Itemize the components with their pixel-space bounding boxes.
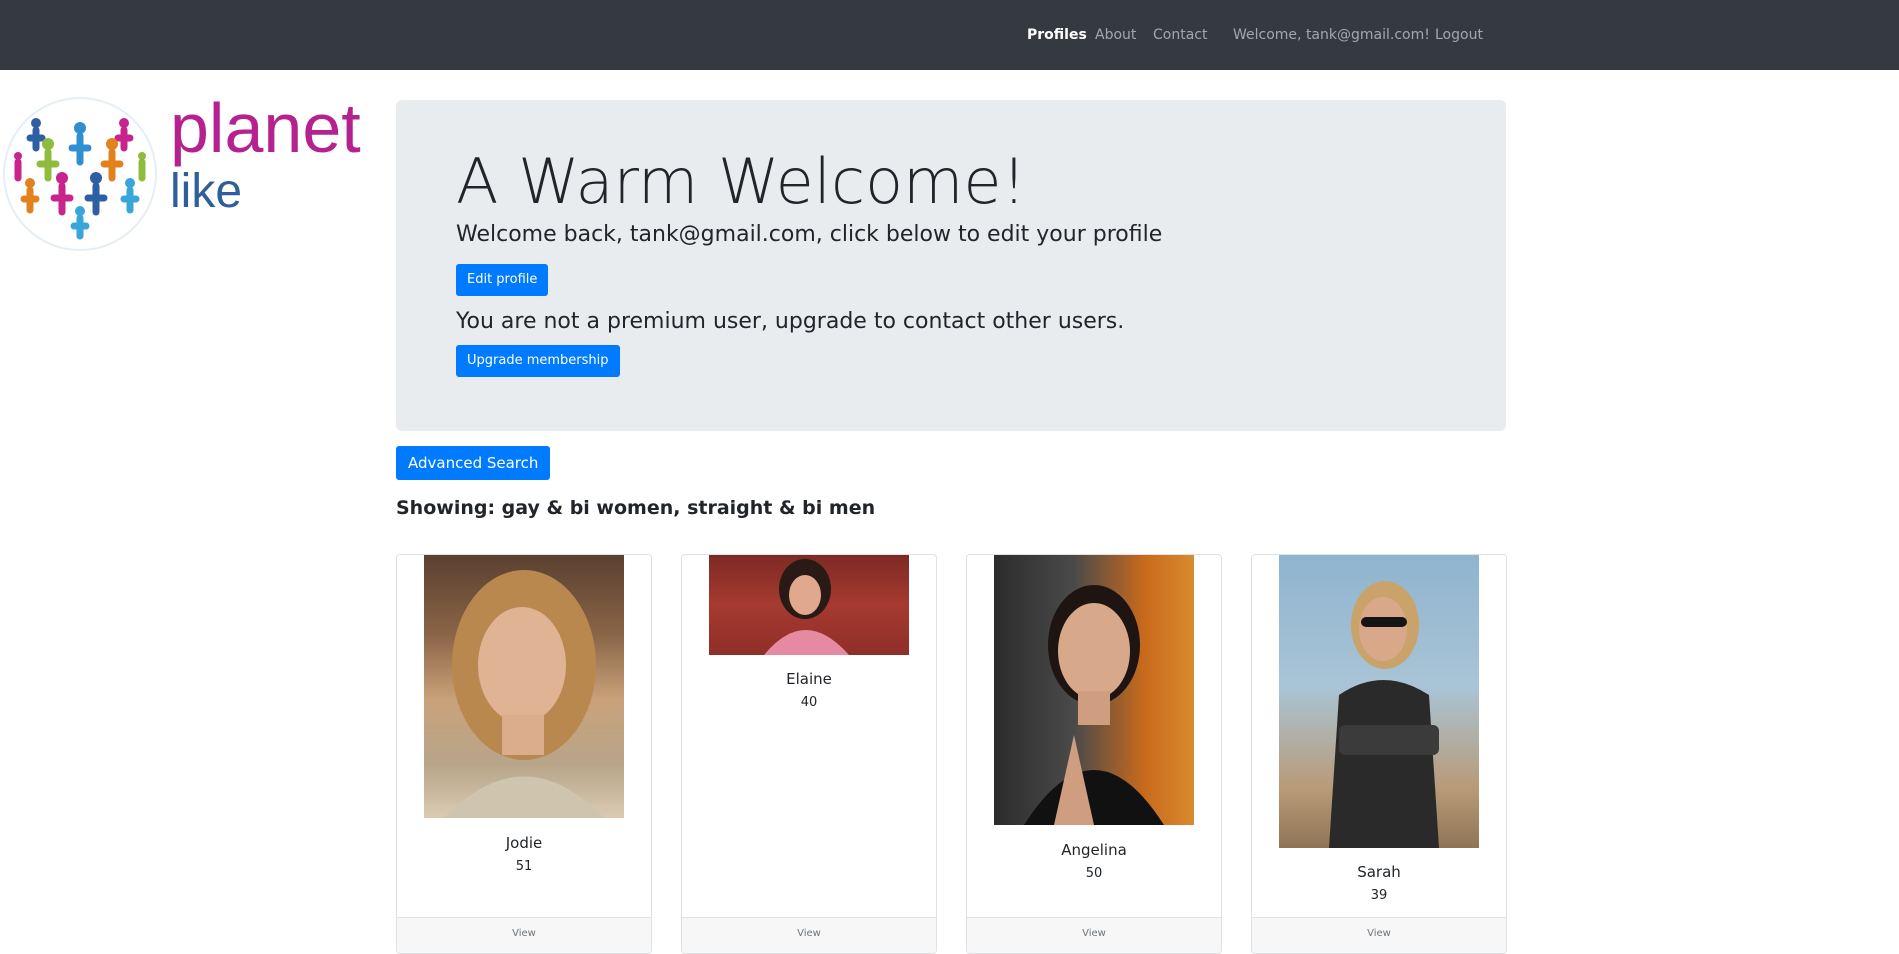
nav-link-about[interactable]: About [1095,26,1136,44]
profile-photo [1279,555,1479,848]
profile-age: 39 [1370,888,1388,903]
nav-link-profiles[interactable]: Profiles [1027,26,1087,44]
showing-filter-text: Showing: gay & bi women, straight & bi m… [396,497,876,519]
view-profile-link[interactable]: View [1252,928,1506,939]
nav-link-contact[interactable]: Contact [1153,26,1207,44]
profile-card-angelina[interactable]: Angelina 50 View [966,554,1222,954]
profile-photo [709,555,909,655]
person-photo-icon [764,559,849,655]
card-footer: View [1252,917,1506,953]
view-profile-link[interactable]: View [682,928,936,939]
card-footer: View [397,917,651,953]
person-photo-icon [1024,585,1164,825]
upgrade-membership-button[interactable]: Upgrade membership [456,345,620,377]
profile-age: 50 [1085,866,1103,881]
planet-like-logo: planet like [0,89,370,254]
top-navbar: Profiles About Contact Welcome, tank@gma… [0,0,1899,70]
logo-word-like: like [170,165,243,218]
advanced-search-button[interactable]: Advanced Search [396,446,551,480]
globe-people-icon [3,97,157,251]
profile-card-elaine[interactable]: Elaine 40 View [681,554,937,954]
profile-name: Jodie [505,834,543,852]
card-footer: View [682,917,936,953]
nav-link-logout[interactable]: Logout [1435,26,1483,44]
welcome-back-text: Welcome back, tank@gmail.com, click belo… [456,222,1163,247]
profile-name: Elaine [786,670,832,688]
profile-age: 40 [800,695,818,710]
premium-status-text: You are not a premium user, upgrade to c… [456,309,1125,334]
person-photo-icon [1329,581,1439,848]
person-photo-icon [444,570,604,818]
view-profile-link[interactable]: View [967,928,1221,939]
logo-word-planet: planet [170,89,361,167]
profile-photo [424,555,624,818]
profile-card-jodie[interactable]: Jodie 51 View [396,554,652,954]
profile-name: Angelina [1061,841,1127,859]
welcome-user-text: Welcome, tank@gmail.com! [1233,27,1430,43]
welcome-heading: A Warm Welcome! [456,145,1027,218]
edit-profile-button[interactable]: Edit profile [456,264,549,296]
card-footer: View [967,917,1221,953]
view-profile-link[interactable]: View [397,928,651,939]
welcome-jumbotron: A Warm Welcome! Welcome back, tank@gmail… [396,100,1506,431]
profile-name: Sarah [1357,863,1401,881]
profile-photo [994,555,1194,825]
profile-card-sarah[interactable]: Sarah 39 View [1251,554,1507,954]
profile-age: 51 [515,859,533,874]
